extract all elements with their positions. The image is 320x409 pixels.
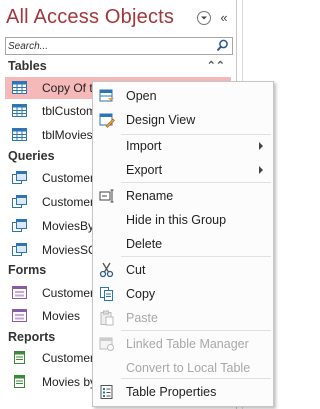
copy-icon: [100, 287, 113, 301]
table-icon: [12, 128, 27, 141]
menu-item-open[interactable]: Open: [93, 84, 273, 108]
submenu-arrow-icon: [259, 166, 263, 174]
linked-table-manager-icon: [99, 337, 114, 351]
search-input[interactable]: [8, 38, 208, 54]
group-label: Queries: [8, 149, 55, 163]
item-label: Customer: [42, 286, 95, 300]
menu-item-hide-in-group[interactable]: Hide in this Group: [93, 208, 273, 232]
report-icon: [14, 375, 25, 388]
menu-separator: [121, 182, 271, 183]
item-label: tblCustom: [42, 104, 97, 118]
menu-label: Hide in this Group: [126, 213, 227, 227]
menu-item-rename[interactable]: Rename: [93, 184, 273, 208]
menu-label: Linked Table Manager: [126, 337, 249, 351]
item-label: tblMovies: [42, 128, 93, 142]
menu-label: Export: [126, 163, 163, 177]
menu-label: Delete: [126, 237, 163, 251]
menu-label: Design View: [126, 113, 196, 127]
menu-item-paste[interactable]: Paste: [93, 306, 273, 330]
group-label: Tables: [8, 59, 47, 73]
query-icon: [12, 171, 27, 184]
item-label: Movies: [42, 309, 81, 323]
group-label: Reports: [8, 330, 56, 344]
item-label: Customer: [42, 195, 95, 209]
menu-label: Rename: [126, 189, 174, 203]
item-label: MoviesBy: [42, 219, 95, 233]
query-icon: [12, 243, 27, 256]
query-icon: [12, 219, 27, 232]
item-label: Customer: [42, 351, 95, 365]
menu-item-export[interactable]: Export: [93, 158, 273, 182]
scissors-icon: [99, 262, 114, 278]
item-label: MoviesSQ: [42, 243, 98, 257]
rename-icon: [99, 189, 114, 203]
menu-label: Table Properties: [126, 385, 217, 399]
form-icon: [12, 309, 27, 322]
search-icon[interactable]: [216, 39, 229, 55]
paste-icon: [100, 310, 114, 326]
menu-separator: [121, 330, 271, 331]
group-label: Forms: [8, 263, 47, 277]
nav-pane-title[interactable]: All Access Objects: [6, 6, 174, 29]
menu-separator: [121, 256, 271, 257]
design-view-icon: [99, 113, 115, 128]
menu-item-copy[interactable]: Copy: [93, 282, 273, 306]
form-icon: [12, 286, 27, 299]
menu-item-table-properties[interactable]: Table Properties: [93, 380, 273, 404]
menu-label: Import: [126, 139, 162, 153]
context-menu: Open Design View Import Export Rename Hi…: [92, 81, 274, 407]
menu-item-convert-to-local[interactable]: Convert to Local Table: [93, 356, 273, 380]
item-label: Customer: [42, 171, 95, 185]
table-icon: [12, 104, 27, 117]
menu-item-delete[interactable]: Delete: [93, 232, 273, 256]
query-icon: [12, 195, 27, 208]
group-header-tables[interactable]: Tables ⌃⌃: [5, 57, 231, 75]
menu-item-design-view[interactable]: Design View: [93, 108, 273, 132]
open-table-icon: [99, 89, 114, 102]
menu-label: Open: [126, 89, 157, 103]
search-box[interactable]: [5, 37, 233, 55]
shutter-bar-collapse-icon[interactable]: «: [216, 9, 232, 25]
menu-label: Cut: [126, 263, 146, 277]
submenu-arrow-icon: [259, 142, 263, 150]
report-icon: [14, 351, 25, 364]
table-icon: [12, 81, 27, 94]
menu-label: Copy: [126, 287, 156, 301]
menu-label: Paste: [126, 311, 158, 325]
menu-label: Convert to Local Table: [126, 361, 251, 375]
menu-separator: [121, 378, 271, 379]
item-label: Movies by: [42, 375, 97, 389]
properties-icon: [100, 385, 113, 399]
menu-item-linked-table-manager[interactable]: Linked Table Manager: [93, 332, 273, 356]
nav-pane-menu-dropdown-icon[interactable]: [197, 11, 211, 25]
menu-item-cut[interactable]: Cut: [93, 258, 273, 282]
menu-item-import[interactable]: Import: [93, 134, 273, 158]
collapse-group-icon[interactable]: ⌃⌃: [207, 59, 225, 72]
item-label: Copy Of t: [42, 81, 93, 95]
